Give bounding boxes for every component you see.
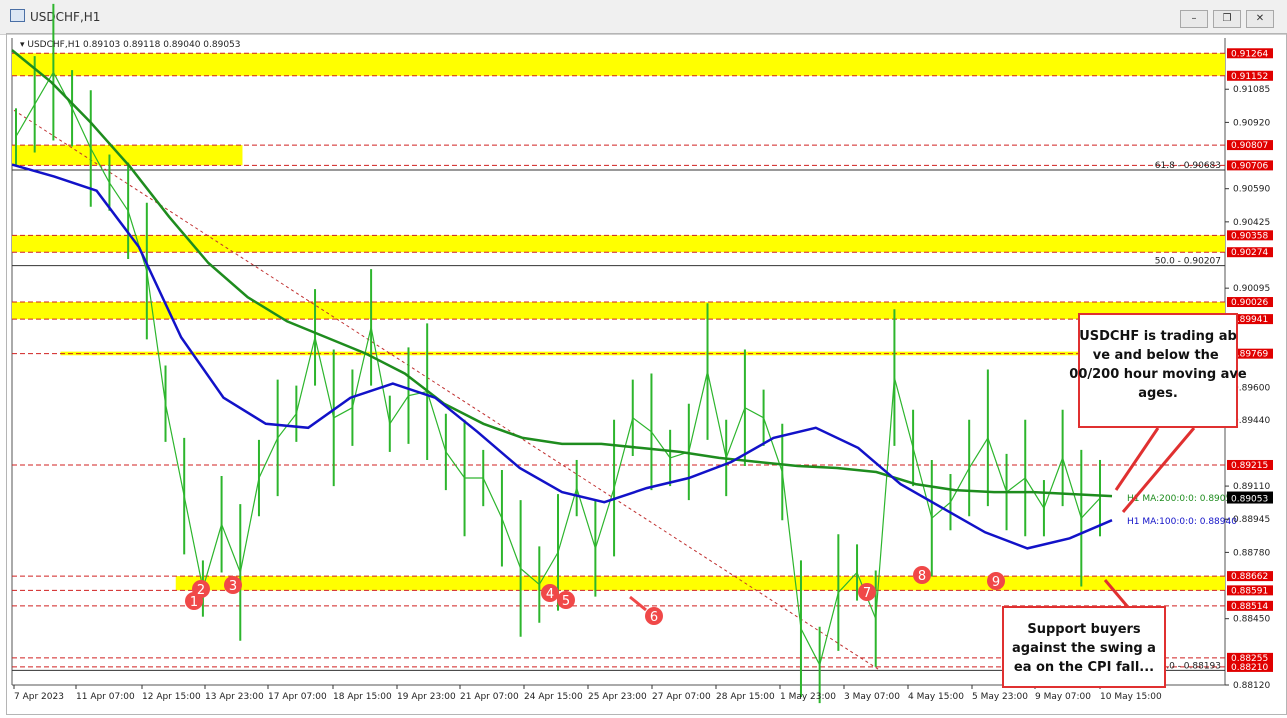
x-tick-label: 3 May 07:00: [844, 692, 900, 702]
price-label-red: 0.91264: [1231, 49, 1268, 59]
y-tick-label: 0.89110: [1233, 482, 1270, 492]
callout-top-text-line: USDCHF is trading ab: [1079, 329, 1237, 344]
x-tick-label: 27 Apr 07:00: [652, 692, 711, 702]
callout-top-text-line: ages.: [1138, 386, 1178, 401]
callout-top-text-line: 00/200 hour moving ave: [1069, 367, 1247, 382]
y-tick-label: 0.90425: [1233, 218, 1270, 228]
ma200-line: [11, 49, 1113, 498]
price-label-red: 0.90807: [1231, 141, 1268, 151]
x-tick-label: 11 Apr 07:00: [76, 692, 135, 702]
x-tick-label: 5 May 23:00: [972, 692, 1028, 702]
fibonacci-label: 50.0 - 0.90207: [1155, 257, 1221, 267]
fibonacci-label: 0.0 - 0.88193: [1161, 661, 1222, 671]
x-tick-label: 19 Apr 23:00: [397, 692, 456, 702]
y-tick-label: 0.91085: [1233, 85, 1270, 95]
swing-marker-number: 8: [918, 569, 926, 584]
callout-top-text-line: ve and below the: [1093, 348, 1224, 363]
current-price-label: 0.89053: [1231, 495, 1268, 505]
support-resistance-zone: [175, 576, 1225, 591]
x-tick-label: 21 Apr 07:00: [460, 692, 519, 702]
support-resistance-zone: [12, 235, 1225, 253]
x-tick-label: 18 Apr 15:00: [333, 692, 392, 702]
y-tick-label: 0.88945: [1233, 515, 1270, 525]
price-label-red: 0.88591: [1231, 586, 1268, 596]
swing-marker-number: 4: [546, 587, 554, 602]
y-tick-label: 0.90590: [1233, 185, 1270, 195]
price-label-red: 0.90274: [1231, 248, 1268, 258]
y-tick-label: 0.88120: [1233, 681, 1270, 691]
price-label-red: 0.88210: [1231, 663, 1268, 673]
x-tick-label: 12 Apr 15:00: [142, 692, 201, 702]
price-label-red: 0.88662: [1231, 572, 1268, 582]
x-tick-label: 9 May 07:00: [1035, 692, 1091, 702]
x-tick-label: 7 Apr 2023: [14, 692, 64, 702]
ma100-label: H1 MA:100:0:0: 0.88940: [1127, 517, 1237, 527]
price-label-red: 0.88514: [1231, 602, 1268, 612]
swing-marker-number: 6: [650, 610, 658, 625]
support-resistance-zone: [60, 351, 1225, 356]
swing-marker-number: 3: [229, 579, 237, 594]
price-label-red: 0.89215: [1231, 461, 1268, 471]
x-tick-label: 17 Apr 07:00: [268, 692, 327, 702]
chart-info-line: ▾ USDCHF,H1 0.89103 0.89118 0.89040 0.89…: [20, 40, 241, 50]
price-label-red: 0.90706: [1231, 161, 1268, 171]
marker-arrow: [629, 595, 647, 612]
callout-bottom-text: Support buyers against the swing a ea on t…: [1012, 622, 1156, 675]
ma200-label: H1 MA:200:0:0: 0.89056: [1127, 494, 1237, 504]
swing-marker-number: 7: [863, 586, 871, 601]
y-tick-label: 0.90920: [1233, 118, 1270, 128]
y-tick-label: 0.88780: [1233, 548, 1270, 558]
callout-bottom-text-line: Support buyers: [1027, 622, 1141, 637]
x-tick-label: 25 Apr 23:00: [588, 692, 647, 702]
callout-bottom-text-line: ea on the CPI fall...: [1014, 660, 1154, 675]
price-label-red: 0.91152: [1231, 72, 1268, 82]
y-tick-label: 0.89600: [1233, 384, 1270, 394]
callout-bottom-text-line: against the swing a: [1012, 641, 1156, 656]
price-chart[interactable]: 61.8 - 0.90683 50.0 - 0.90207 0.0 - 0.8819…: [0, 0, 1287, 718]
x-tick-label: 4 May 15:00: [908, 692, 964, 702]
swing-marker-number: 9: [992, 575, 1000, 590]
callout-arrow: [1114, 427, 1160, 491]
price-label-red: 0.90358: [1231, 231, 1268, 241]
support-resistance-zone: [12, 302, 1225, 320]
x-tick-label: 13 Apr 23:00: [205, 692, 264, 702]
x-tick-label: 28 Apr 15:00: [716, 692, 775, 702]
support-resistance-zone: [12, 53, 1225, 76]
price-label-red: 0.90026: [1231, 298, 1268, 308]
x-tick-label: 10 May 15:00: [1100, 692, 1162, 702]
y-tick-label: 0.88450: [1233, 615, 1270, 625]
y-tick-label: 0.89440: [1233, 416, 1270, 426]
fibonacci-label: 61.8 - 0.90683: [1155, 161, 1221, 171]
x-tick-label: 24 Apr 15:00: [524, 692, 583, 702]
ma100-line: [11, 163, 1113, 550]
y-tick-label: 0.90095: [1233, 284, 1270, 294]
swing-marker-number: 2: [197, 583, 205, 598]
x-tick-label: 1 May 23:00: [780, 692, 836, 702]
swing-marker-number: 5: [562, 594, 570, 609]
